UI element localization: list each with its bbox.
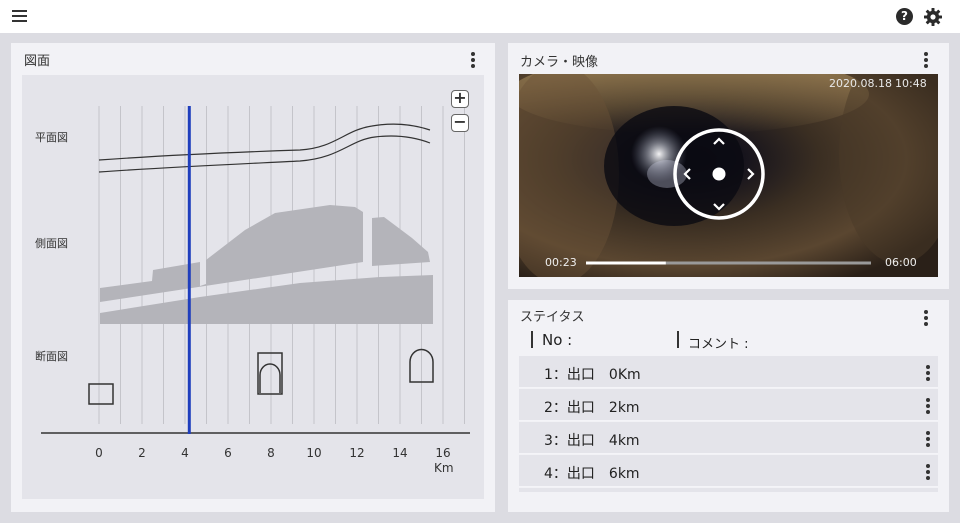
plan-view-label: 平面図 [35,131,68,144]
x-tick-label: 12 [349,446,364,460]
x-tick-label: 16 [435,446,450,460]
section-arch-shape-1 [257,352,283,395]
drawing-more-icon[interactable] [468,51,478,69]
status-row[interactable]: 2：出口 2km [519,389,938,421]
status-row-label: 4：出口 6km [544,466,640,482]
hamburger-menu-icon[interactable] [12,9,28,23]
plan-curves [98,123,431,173]
drawing-canvas: 0 2 4 6 8 10 12 14 16 平面図 側面図 断面図 + − Km [22,75,484,499]
row-more-icon[interactable] [923,397,933,415]
x-tick-label: 14 [392,446,407,460]
x-tick-label: 6 [224,446,232,460]
column-header-comment: コメント : [688,337,749,352]
row-more-icon[interactable] [923,430,933,448]
gear-icon[interactable] [923,7,943,27]
video-timestamp-time: 10:48 [895,77,927,90]
status-row-label: 2：出口 2km [544,400,640,416]
zoom-in-button[interactable]: + [451,90,469,108]
profile-view-label: 側面図 [35,237,68,250]
drawing-panel-title: 図面 [24,54,51,69]
status-row-label: 3：出口 4km [544,433,640,449]
camera-more-icon[interactable] [921,51,931,69]
section-view-label: 断面図 [35,350,68,363]
video-current-time: 00:23 [545,256,577,269]
ptz-center-dot [712,167,726,181]
x-tick-label: 8 [267,446,275,460]
row-more-icon[interactable] [923,364,933,382]
status-row[interactable]: 4：出口 6km [519,455,938,487]
x-tick-label: 2 [138,446,146,460]
status-more-icon[interactable] [921,309,931,327]
status-row[interactable]: 1：出口 0Km [519,356,938,388]
x-tick-label: 10 [306,446,321,460]
status-row[interactable]: 3：出口 4km [519,422,938,454]
x-axis-unit: Km [434,461,454,475]
col-separator [677,331,679,348]
col-separator [531,331,533,348]
column-header-no: No : [542,331,573,349]
x-tick-label: 4 [181,446,189,460]
status-panel-title: ステイタス [520,310,585,325]
row-more-icon[interactable] [923,463,933,481]
video-duration: 06:00 [885,256,917,269]
video-timestamp-date: 2020.08.18 [829,77,892,90]
top-bar: ? [0,0,960,33]
section-box-shape [88,383,114,405]
question-circle-icon[interactable]: ? [896,8,913,25]
profile-shape [100,205,433,324]
x-tick-label: 0 [95,446,103,460]
camera-panel-title: カメラ・映像 [520,55,599,70]
status-row-label: 1：出口 0Km [544,367,641,383]
status-list-footer [519,488,938,492]
camera-video[interactable]: 2020.08.18 10:48 00:23 06:00 [519,74,938,277]
zoom-out-button[interactable]: − [451,114,469,132]
